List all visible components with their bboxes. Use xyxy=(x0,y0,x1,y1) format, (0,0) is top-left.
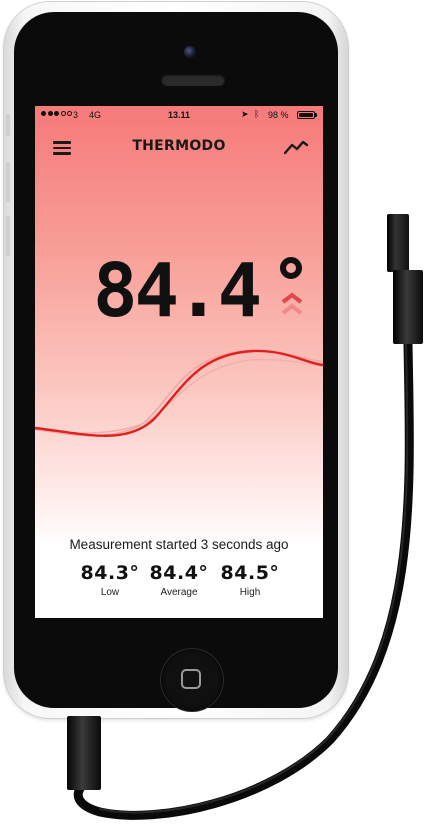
double-chevron-up-icon xyxy=(281,292,303,315)
volume-up-button xyxy=(6,162,10,202)
app-title: THERMODO xyxy=(132,138,226,154)
line-chart-icon[interactable] xyxy=(284,138,310,156)
temperature-value: 84.4 xyxy=(93,248,262,334)
stat-low-value: 84.3° xyxy=(80,562,140,584)
home-button[interactable] xyxy=(161,649,223,711)
stat-average-label: Average xyxy=(160,587,198,598)
bluetooth-icon: ᛒ xyxy=(254,109,260,119)
temperature-display: 84.4 xyxy=(93,251,313,331)
home-square-icon xyxy=(181,669,201,689)
measurement-status: Measurement started 3 seconds ago xyxy=(69,537,289,552)
stat-high-value: 84.5° xyxy=(220,562,280,584)
stat-average-value: 84.4° xyxy=(149,562,209,584)
volume-down-button xyxy=(6,216,10,256)
stat-high: 84.5° High xyxy=(210,561,290,598)
temperature-trend-graph xyxy=(35,349,323,437)
degree-symbol xyxy=(280,257,302,279)
stat-high-label: High xyxy=(239,587,261,598)
status-bar: 3 4G 13.11 ➤ ᛒ 98 % xyxy=(35,106,323,126)
location-arrow-icon: ➤ xyxy=(241,109,249,119)
app-screen: 3 4G 13.11 ➤ ᛒ 98 % THERMODO 84.4 Measur… xyxy=(35,106,323,618)
stat-low-label: Low xyxy=(100,587,120,598)
front-camera xyxy=(184,46,196,58)
earpiece-speaker xyxy=(161,74,225,86)
battery-percent: 98 % xyxy=(268,110,289,120)
battery-icon xyxy=(297,111,315,119)
lightning-plug xyxy=(67,716,101,790)
stat-low: 84.3° Low xyxy=(70,561,150,598)
stat-average: 84.4° Average xyxy=(139,561,219,598)
mute-switch xyxy=(6,114,10,136)
thermometer-probe xyxy=(387,214,409,272)
probe-cable-neck xyxy=(393,270,423,344)
battery-tip xyxy=(315,113,317,117)
